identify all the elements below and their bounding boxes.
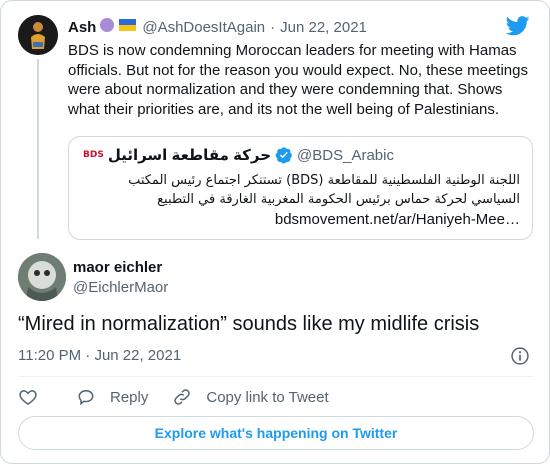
parent-tweet-header: Ash @AshDoesItAgain · Jun 22, 2021 — [68, 17, 367, 37]
twitter-bird-icon[interactable] — [506, 15, 530, 37]
parent-author-avatar[interactable] — [18, 15, 58, 55]
copy-link-button[interactable]: Copy link to Tweet — [172, 387, 329, 407]
explore-twitter-button[interactable]: Explore what's happening on Twitter — [18, 416, 534, 450]
main-author-name[interactable]: maor eichler — [73, 259, 162, 276]
parent-author-name[interactable]: Ash — [68, 19, 96, 36]
quoted-author-name[interactable]: حركة مقاطعة اسرائيل — [108, 146, 271, 164]
reply-button[interactable]: Reply — [76, 387, 148, 407]
main-author-handle[interactable]: @EichlerMaor — [73, 279, 168, 296]
parent-author-handle[interactable]: @AshDoesItAgain — [142, 19, 265, 36]
verified-badge-icon — [275, 147, 292, 164]
divider — [18, 376, 534, 377]
meta-separator: · — [85, 347, 91, 364]
main-author-avatar[interactable] — [18, 253, 66, 301]
tweet-embed-card: Ash @AshDoesItAgain · Jun 22, 2021 BDS i… — [0, 0, 550, 464]
author-emoji-icons — [99, 17, 137, 37]
quoted-tweet-text: اللجنة الوطنية الفلسطينية للمقاطعة (BDS)… — [128, 173, 520, 207]
main-tweet-date: Jun 22, 2021 — [94, 347, 182, 364]
copy-link-label: Copy link to Tweet — [206, 388, 329, 406]
like-button[interactable] — [18, 387, 52, 407]
main-tweet-text: “Mired in normalization” sounds like my … — [18, 313, 480, 335]
main-tweet-time: 11:20 PM — [18, 347, 82, 364]
quoted-tweet-header: BDS حركة مقاطعة اسرائيل @BDS_Arabic — [83, 146, 394, 165]
quoted-author-handle[interactable]: @BDS_Arabic — [297, 147, 394, 164]
thread-line — [37, 59, 39, 239]
link-icon — [174, 389, 191, 405]
info-icon[interactable] — [510, 346, 530, 366]
parent-tweet-text: BDS is now condemning Moroccan leaders f… — [68, 42, 528, 118]
reply-label: Reply — [110, 388, 149, 406]
reply-icon — [78, 389, 94, 406]
meta-separator: · — [270, 18, 276, 36]
heart-icon — [19, 390, 37, 405]
action-bar: Reply Copy link to Tweet — [18, 385, 353, 409]
main-tweet-timestamp[interactable]: 11:20 PM · Jun 22, 2021 — [18, 347, 181, 364]
quoted-tweet-link[interactable]: bdsmovement.net/ar/Haniyeh-Mee… — [275, 211, 520, 228]
parent-tweet-date[interactable]: Jun 22, 2021 — [280, 19, 367, 36]
bds-logo: BDS — [83, 150, 104, 160]
quoted-tweet-card[interactable]: BDS حركة مقاطعة اسرائيل @BDS_Arabic اللج… — [68, 136, 533, 240]
